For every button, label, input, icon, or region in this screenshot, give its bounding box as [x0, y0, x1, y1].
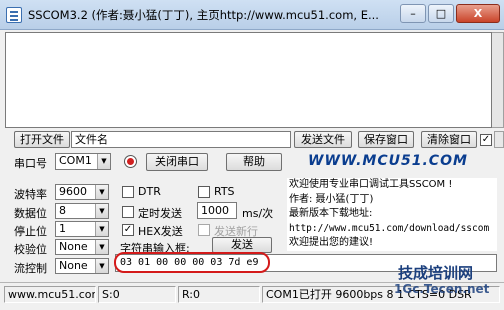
dtr-label: DTR [138, 185, 161, 198]
data-bits-select[interactable]: 8 ▼ [55, 203, 109, 219]
info-panel: 欢迎使用专业串口调试工具SSCOM ! 作者: 聂小猛(丁丁) 最新版本下载地址… [287, 178, 497, 251]
data-bits-label: 数据位 [14, 207, 47, 220]
panel-edge [494, 131, 504, 148]
chevron-down-icon[interactable]: ▼ [95, 240, 108, 254]
window-title: SSCOM3.2 (作者:聂小猛(丁丁), 主页http://www.mcu51… [28, 8, 379, 22]
chevron-down-icon[interactable]: ▼ [95, 222, 108, 236]
maximize-button[interactable]: □ [428, 4, 454, 23]
rts-label: RTS [214, 185, 235, 198]
save-window-button[interactable]: 保存窗口 [358, 131, 414, 148]
port-status-indicator [124, 155, 137, 168]
send-newline-checkbox[interactable] [198, 224, 210, 236]
chevron-down-icon[interactable]: ▼ [95, 204, 108, 218]
rts-checkbox[interactable] [198, 186, 210, 198]
send-file-button[interactable]: 发送文件 [294, 131, 352, 148]
receive-scrollbar[interactable] [492, 32, 504, 128]
interval-unit: ms/次 [242, 207, 274, 220]
chevron-down-icon[interactable]: ▼ [97, 154, 110, 169]
interval-input[interactable]: 1000 [197, 202, 237, 219]
flow-control-value: None [59, 259, 88, 272]
watermark-text: 技成培训网 [398, 264, 474, 282]
hex-display-checkbox[interactable]: ✓ [480, 134, 492, 146]
baud-select[interactable]: 9600 ▼ [55, 184, 109, 200]
info-line: 欢迎提出您的建议! [289, 237, 374, 248]
timed-send-checkbox[interactable] [122, 206, 134, 218]
send-button[interactable]: 发送 [212, 237, 272, 253]
flow-control-select[interactable]: None ▼ [55, 258, 109, 274]
chevron-down-icon[interactable]: ▼ [95, 185, 108, 199]
brand-link[interactable]: WWW.MCU51.COM [308, 153, 468, 169]
info-line: 作者: 聂小猛(丁丁) [289, 193, 374, 205]
data-bits-value: 8 [59, 204, 66, 217]
highlight-annotation [114, 252, 270, 273]
timed-send-label: 定时发送 [138, 207, 182, 220]
port-label: 串口号 [14, 157, 47, 170]
receive-textarea[interactable] [5, 32, 492, 128]
chevron-down-icon[interactable]: ▼ [95, 259, 108, 273]
hex-send-label: HEX发送 [138, 225, 183, 238]
baud-label: 波特率 [14, 188, 47, 201]
parity-label: 校验位 [14, 243, 47, 256]
baud-value: 9600 [59, 185, 87, 198]
status-sent: S:0 [98, 286, 176, 303]
minimize-button[interactable]: – [400, 4, 426, 23]
hex-send-checkbox[interactable]: ✓ [122, 224, 134, 236]
close-port-button[interactable]: 关闭串口 [146, 153, 208, 171]
open-file-button[interactable]: 打开文件 [14, 131, 70, 148]
watermark-subtext: 1Gc.Tecen.net [394, 282, 490, 296]
info-line: 欢迎使用专业串口调试工具SSCOM ! [289, 179, 453, 190]
close-window-button[interactable]: X [456, 4, 500, 23]
help-button[interactable]: 帮助 [226, 153, 282, 171]
info-line: 最新版本下载地址: [289, 208, 373, 219]
stop-bits-value: 1 [59, 222, 66, 235]
file-name-input[interactable]: 文件名 [71, 131, 291, 148]
flow-control-label: 流控制 [14, 262, 47, 275]
app-icon [6, 7, 22, 23]
status-site: www.mcu51.cor [4, 286, 96, 303]
info-line: http://www.mcu51.com/download/sscom [289, 222, 490, 234]
parity-select[interactable]: None ▼ [55, 239, 109, 255]
parity-value: None [59, 240, 88, 253]
status-received: R:0 [178, 286, 260, 303]
stop-bits-select[interactable]: 1 ▼ [55, 221, 109, 237]
port-value: COM1 [59, 154, 92, 167]
dtr-checkbox[interactable] [122, 186, 134, 198]
title-bar: SSCOM3.2 (作者:聂小猛(丁丁), 主页http://www.mcu51… [0, 0, 504, 30]
clear-window-button[interactable]: 清除窗口 [421, 131, 477, 148]
stop-bits-label: 停止位 [14, 225, 47, 238]
port-select[interactable]: COM1 ▼ [55, 153, 111, 170]
